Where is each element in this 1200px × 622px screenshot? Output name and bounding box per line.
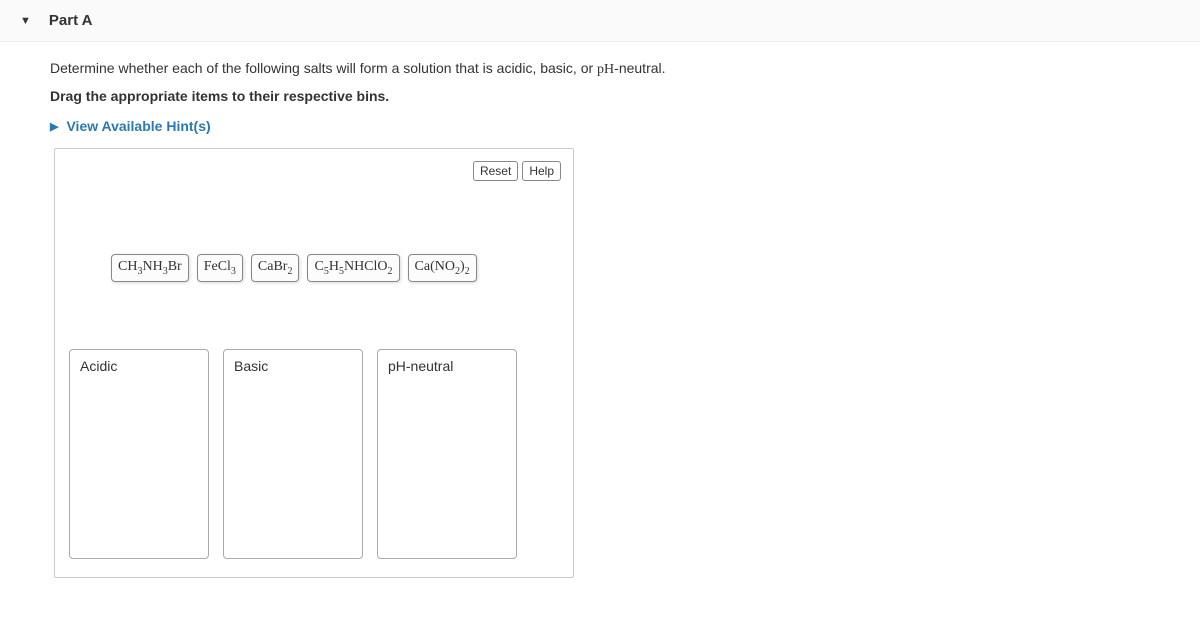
bin-basic[interactable]: Basic bbox=[223, 349, 363, 559]
view-hints-button[interactable]: ▶ View Available Hint(s) bbox=[50, 118, 1150, 134]
question-text: Determine whether each of the following … bbox=[50, 60, 1150, 78]
caret-right-icon: ▶ bbox=[50, 120, 58, 133]
workspace-controls: Reset Help bbox=[473, 161, 561, 181]
draggable-item[interactable]: C5H5NHClO2 bbox=[307, 254, 399, 282]
section-header[interactable]: ▼ Part A bbox=[0, 0, 1200, 42]
draggable-item[interactable]: CH3NH3Br bbox=[111, 254, 189, 282]
bins-row: Acidic Basic pH-neutral bbox=[69, 349, 517, 559]
content-area: Determine whether each of the following … bbox=[0, 60, 1200, 578]
bin-label: Acidic bbox=[80, 358, 198, 374]
draggables-row: CH3NH3Br FeCl3 CaBr2 C5H5NHClO2 Ca(NO2)2 bbox=[111, 254, 477, 282]
draggable-item[interactable]: Ca(NO2)2 bbox=[408, 254, 477, 282]
section-title: Part A bbox=[49, 12, 93, 29]
caret-down-icon: ▼ bbox=[20, 15, 31, 27]
draggable-item[interactable]: CaBr2 bbox=[251, 254, 300, 282]
workspace: Reset Help CH3NH3Br FeCl3 CaBr2 C5H5NHCl… bbox=[54, 148, 574, 578]
reset-button[interactable]: Reset bbox=[473, 161, 518, 181]
draggable-item[interactable]: FeCl3 bbox=[197, 254, 243, 282]
bin-label: Basic bbox=[234, 358, 352, 374]
bin-acidic[interactable]: Acidic bbox=[69, 349, 209, 559]
help-button[interactable]: Help bbox=[522, 161, 561, 181]
hints-label: View Available Hint(s) bbox=[66, 118, 210, 134]
ph-term: pH bbox=[597, 62, 614, 77]
drag-instruction: Drag the appropriate items to their resp… bbox=[50, 88, 1150, 104]
bin-ph-neutral[interactable]: pH-neutral bbox=[377, 349, 517, 559]
bin-label: pH-neutral bbox=[388, 358, 506, 374]
question-prefix: Determine whether each of the following … bbox=[50, 60, 597, 76]
question-suffix: -neutral. bbox=[614, 60, 665, 76]
